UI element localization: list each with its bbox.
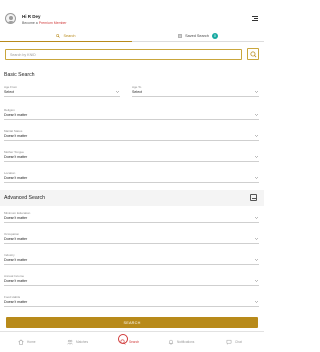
chevron-down-icon (115, 90, 120, 93)
tab-search[interactable]: Search (0, 30, 132, 42)
industry-select[interactable]: Industry Doesn't matter (4, 253, 259, 265)
chevron-down-icon (254, 216, 259, 219)
menu-icon[interactable] (252, 16, 258, 22)
bookmark-icon (178, 34, 182, 38)
chevron-down-icon (254, 237, 259, 240)
minimum-education-select[interactable]: Minimum Education Doesn't matter (4, 211, 259, 223)
avatar-body (7, 21, 15, 23)
religion-label: Religion (4, 108, 15, 112)
religion-value: Doesn't matter (4, 113, 28, 117)
greeting: Hi R Dey (22, 14, 41, 19)
advanced-search-title: Advanced Search (4, 195, 45, 201)
marital-status-label: Marital Status (4, 129, 23, 133)
nav-notifications[interactable]: Notifications (168, 336, 194, 348)
location-label: Location (4, 171, 16, 175)
industry-value: Doesn't matter (4, 258, 28, 262)
chevron-down-icon (254, 90, 259, 93)
mother-tongue-select[interactable]: Mother Tongue Doesn't matter (4, 150, 259, 162)
marital-status-select[interactable]: Marital Status Doesn't matter (4, 129, 259, 141)
nav-chat-label: Chat (235, 340, 242, 344)
marital-status-value: Doesn't matter (4, 134, 28, 138)
nav-search[interactable]: Search (120, 336, 139, 348)
food-habits-value: Doesn't matter (4, 300, 28, 304)
avatar[interactable] (5, 13, 16, 24)
minimum-education-value: Doesn't matter (4, 216, 28, 220)
knid-search-input[interactable]: Search by KNID (5, 49, 242, 60)
collapse-icon[interactable] (250, 194, 257, 201)
bottom-nav: Home Matches Search Notifications Chat (0, 331, 264, 352)
search-icon (120, 339, 126, 345)
mother-tongue-value: Doesn't matter (4, 155, 28, 159)
age-to-select[interactable]: Age To Select (132, 85, 259, 97)
search-icon (250, 51, 257, 58)
chevron-down-icon (254, 155, 259, 158)
nav-matches-label: Matches (76, 340, 89, 344)
nav-home-label: Home (27, 340, 36, 344)
chat-icon (226, 339, 232, 345)
tab-bar: Search Saved Search 0 (0, 30, 264, 42)
search-submit-button[interactable]: SEARCH (6, 317, 258, 328)
occupation-label: Occupation (4, 232, 20, 236)
annual-income-label: Annual Income (4, 274, 25, 278)
age-to-value: Select (132, 90, 142, 94)
tab-saved-label: Saved Search (185, 34, 209, 38)
premium-prefix: Become a (22, 21, 39, 25)
bell-icon (168, 339, 174, 345)
app-header: Hi R Dey Become a Premium Member (0, 0, 264, 30)
age-from-label: Age From (4, 85, 18, 89)
chevron-down-icon (254, 279, 259, 282)
premium-prompt: Become a Premium Member (22, 21, 67, 25)
nav-home[interactable]: Home (18, 336, 36, 348)
food-habits-select[interactable]: Food Habits Doesn't matter (4, 295, 259, 307)
age-from-select[interactable]: Age From Select (4, 85, 120, 97)
chevron-down-icon (254, 176, 259, 179)
nav-matches[interactable]: Matches (67, 336, 88, 348)
premium-link[interactable]: Premium Member (39, 21, 67, 25)
religion-select[interactable]: Religion Doesn't matter (4, 108, 259, 120)
basic-search-title: Basic Search (4, 72, 35, 78)
home-icon (18, 339, 24, 345)
saved-count-badge: 0 (211, 33, 218, 39)
chevron-down-icon (254, 300, 259, 303)
age-from-value: Select (4, 90, 14, 94)
food-habits-label: Food Habits (4, 295, 21, 299)
minimum-education-label: Minimum Education (4, 211, 31, 215)
chevron-down-icon (254, 134, 259, 137)
annual-income-value: Doesn't matter (4, 279, 28, 283)
chevron-down-icon (254, 258, 259, 261)
tab-saved-search[interactable]: Saved Search 0 (132, 30, 264, 42)
age-to-label: Age To (132, 85, 142, 89)
nav-chat[interactable]: Chat (226, 336, 242, 348)
occupation-value: Doesn't matter (4, 237, 28, 241)
mother-tongue-label: Mother Tongue (4, 150, 24, 154)
nav-notifications-label: Notifications (177, 340, 195, 344)
knid-search-button[interactable] (247, 48, 259, 60)
matches-icon (67, 339, 73, 345)
chevron-down-icon (254, 113, 259, 116)
avatar-head (9, 16, 13, 20)
annual-income-select[interactable]: Annual Income Doesn't matter (4, 274, 259, 286)
search-icon (56, 33, 61, 38)
location-value: Doesn't matter (4, 176, 28, 180)
tab-search-label: Search (63, 33, 76, 38)
occupation-select[interactable]: Occupation Doesn't matter (4, 232, 259, 244)
nav-search-label: Search (129, 340, 140, 344)
knid-search-placeholder: Search by KNID (10, 53, 36, 57)
location-select[interactable]: Location Doesn't matter (4, 171, 259, 183)
industry-label: Industry (4, 253, 15, 257)
